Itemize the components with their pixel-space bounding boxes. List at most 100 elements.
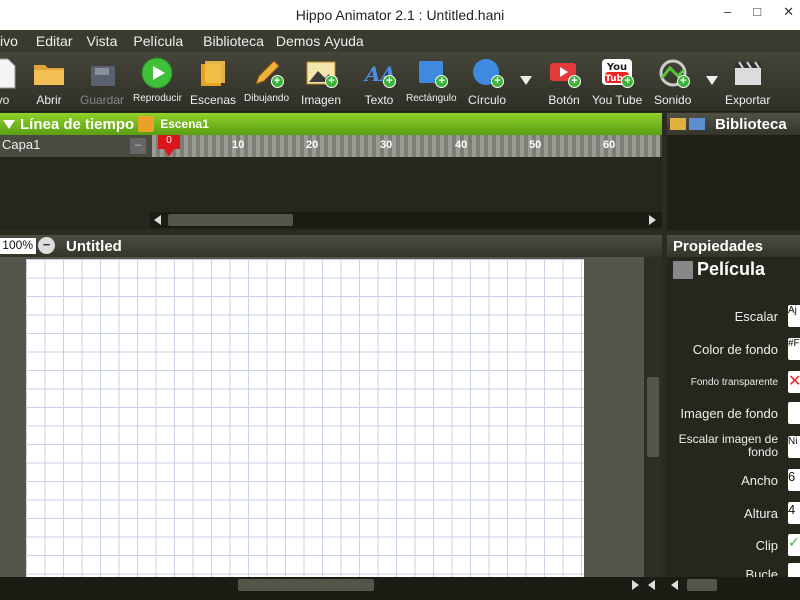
save-button[interactable]: Guardar [80,56,124,110]
frame-tick-30: 30 [380,139,393,151]
play-icon [140,56,174,90]
scroll-thumb[interactable] [687,579,717,591]
stage-hscrollbar[interactable] [0,577,662,593]
menu-ayuda[interactable]: Ayuda [324,33,373,49]
properties-panel: Película Escalar Aj Color de fondo #F Fo… [667,257,800,585]
folder-icon [32,56,66,90]
playhead-marker-icon [164,149,174,157]
menu-vista[interactable]: Vista [86,33,133,49]
stage-vscrollbar[interactable] [644,257,662,577]
frame-tick-10: 10 [232,139,245,151]
scenes-icon [196,56,230,90]
stage-canvas[interactable] [26,259,584,577]
youtube-icon-top-text: You [606,62,627,73]
play-button[interactable]: Reproducir [133,56,182,110]
scene-icon [138,116,155,132]
library-title: Biblioteca [715,115,787,133]
color-fondo-field[interactable]: #F [788,338,800,360]
menu-demos[interactable]: Demos [276,33,324,49]
scroll-right-icon[interactable] [632,580,639,590]
add-icon: + [491,75,504,88]
add-icon: + [568,75,581,88]
add-icon: + [383,75,396,88]
maximize-button[interactable]: □ [753,4,761,20]
scenes-button[interactable]: Escenas [190,56,236,110]
scroll-left-icon[interactable] [671,580,678,590]
export-button[interactable]: Exportar [725,56,770,110]
zoom-level[interactable]: 100% [0,238,36,254]
window-controls: – □ ✕ [724,4,794,20]
layer-name[interactable]: Capa1 [0,137,150,155]
button-button[interactable]: + Botón [547,56,581,110]
open-button[interactable]: Abrir [32,56,66,110]
frame-strip[interactable]: 10 20 30 40 50 60 [152,135,660,157]
frame-tick-20: 20 [306,139,319,151]
frame-tick-50: 50 [529,139,542,151]
timeline-title: Línea de tiempo [20,115,135,133]
media-dropdown-arrow[interactable] [706,76,718,85]
image-button[interactable]: + Imagen [301,56,341,110]
properties-title: Película [673,259,765,280]
add-icon: + [270,75,284,88]
toolbar: vo Abrir Guardar Reproducir Escenas + Di… [0,52,800,112]
frame-tick-60: 60 [603,139,616,151]
menu-pelicula[interactable]: Película [133,33,203,49]
imagen-fondo-field[interactable] [788,402,800,424]
library-panel [667,135,800,230]
menu-archivo[interactable]: ivo [0,33,36,49]
sound-icon: + [656,56,690,90]
scroll-thumb[interactable] [647,377,659,457]
library-icon [689,118,705,130]
image-icon: + [304,56,339,90]
collapse-arrow-icon[interactable] [3,119,15,129]
text-button[interactable]: AA + Texto [362,56,396,110]
text-icon: AA + [362,56,396,90]
window-title: Hippo Animator 2.1 : Untitled.hani [295,7,505,23]
scroll-right-icon[interactable] [649,215,656,225]
stage-area [0,257,662,577]
scroll-down-icon[interactable] [648,580,655,590]
layer-collapse-button[interactable]: – [130,138,146,154]
altura-field[interactable]: 4 [788,502,800,524]
rectangle-button[interactable]: + Rectángulo [406,56,457,110]
scroll-left-icon[interactable] [154,215,161,225]
draw-button[interactable]: + Dibujando [244,56,289,110]
bottom-bar [0,577,800,600]
library-header: Biblioteca [667,113,800,135]
scroll-thumb[interactable] [168,214,293,226]
document-title: Untitled [66,237,122,255]
close-button[interactable]: ✕ [783,4,794,20]
frame-tick-40: 40 [455,139,468,151]
timeline-hscrollbar[interactable] [150,212,662,228]
clip-checkbox[interactable]: ✓ [788,534,800,556]
new-file-icon [0,56,20,90]
timeline-panel: Capa1 – 10 20 30 40 50 60 0 [0,135,662,230]
pencil-icon: + [250,56,284,90]
properties-header-title: Propiedades [673,237,764,255]
youtube-icon: You Tube + [600,56,635,90]
clapperboard-icon [673,260,693,279]
circle-button[interactable]: + Círculo [468,56,506,110]
escalar-imagen-field[interactable]: Ni [788,436,800,458]
scene-name[interactable]: Escena1 [160,117,209,131]
menu-biblioteca[interactable]: Biblioteca [203,33,276,49]
escalar-field[interactable]: Aj [788,305,800,327]
shapes-dropdown-arrow[interactable] [520,76,532,85]
scroll-thumb[interactable] [238,579,374,591]
menu-editar[interactable]: Editar [36,33,87,49]
clapperboard-icon [731,56,765,90]
layer-row[interactable]: Capa1 – 10 20 30 40 50 60 0 [0,135,662,157]
zoom-out-icon[interactable]: − [38,237,55,254]
new-button[interactable]: vo [0,56,20,110]
playhead[interactable]: 0 [158,135,180,149]
minimize-button[interactable]: – [724,4,731,20]
sound-button[interactable]: + Sonido [654,56,691,110]
fondo-transparente-checkbox[interactable]: ✕ [788,371,800,393]
button-icon: + [547,56,581,90]
youtube-button[interactable]: You Tube + You Tube [592,56,642,110]
stage-header: 100% − Untitled [0,235,662,257]
properties-hscrollbar[interactable] [667,577,800,593]
ancho-field[interactable]: 6 [788,469,800,491]
save-icon [85,56,119,90]
add-icon: + [325,75,339,88]
